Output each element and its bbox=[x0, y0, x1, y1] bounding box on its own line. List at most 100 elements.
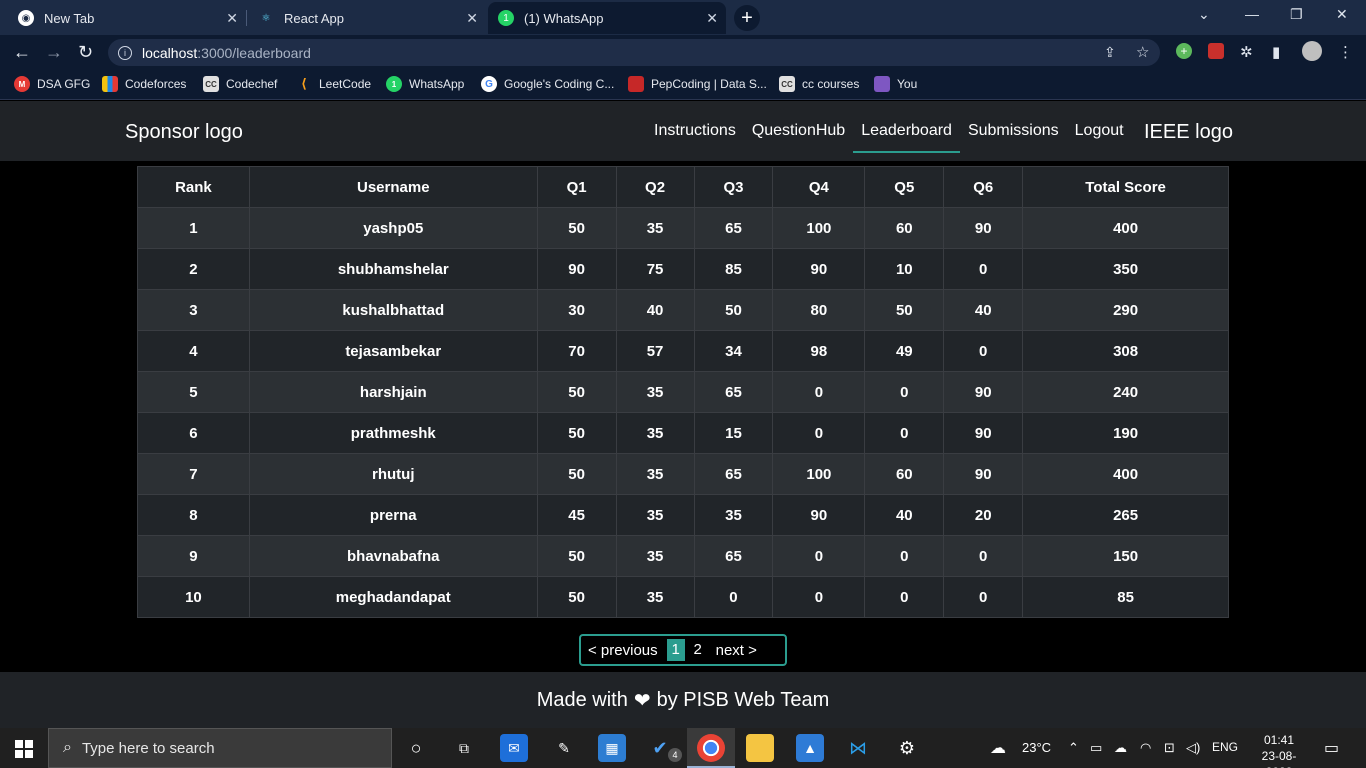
table-cell: 98 bbox=[772, 330, 866, 372]
bookmark-codechef[interactable]: CC Codechef bbox=[203, 76, 277, 92]
table-cell: 85 bbox=[1022, 576, 1229, 618]
sponsor-logo[interactable]: Sponsor logo bbox=[125, 121, 243, 144]
cortana-icon[interactable]: ○ bbox=[402, 734, 430, 762]
table-header-row: Rank Username Q1 Q2 Q3 Q4 Q5 Q6 Total Score bbox=[137, 166, 1229, 208]
url-text[interactable]: localhost:3000/leaderboard bbox=[142, 45, 311, 61]
battery-icon[interactable]: ▭ bbox=[1090, 740, 1102, 756]
file-explorer-icon[interactable] bbox=[746, 734, 774, 762]
minimize-icon[interactable]: — bbox=[1245, 6, 1259, 22]
side-panel-icon[interactable]: ▮ bbox=[1272, 43, 1280, 61]
table-cell: 50 bbox=[536, 371, 617, 413]
close-icon[interactable]: ✕ bbox=[226, 10, 238, 27]
table-row: 8 prerna 45 35 35 90 40 20 265 bbox=[137, 494, 1229, 536]
language-indicator[interactable]: ENG bbox=[1212, 740, 1238, 754]
table-cell: 65 bbox=[693, 453, 774, 495]
table-cell: 65 bbox=[693, 535, 774, 577]
table-cell: 90 bbox=[943, 453, 1024, 495]
extension-plus-icon[interactable]: + bbox=[1176, 43, 1192, 59]
tab-search-icon[interactable]: ⌄ bbox=[1198, 6, 1210, 23]
windows-start-icon[interactable] bbox=[15, 740, 33, 758]
table-row: 5 harshjain 50 35 65 0 0 90 240 bbox=[137, 371, 1229, 413]
table-row: 10 meghadandapat 50 35 0 0 0 0 85 bbox=[137, 576, 1229, 618]
page-1-button[interactable]: 1 bbox=[666, 639, 685, 661]
weather-cloud-icon[interactable]: ☁ bbox=[990, 738, 1006, 758]
table-cell: 0 bbox=[772, 412, 866, 454]
tab-react-app[interactable]: ⚛ React App ✕ bbox=[248, 2, 486, 34]
mail-icon[interactable]: ✉ bbox=[500, 734, 528, 762]
bookmark-star-icon[interactable]: ☆ bbox=[1136, 43, 1149, 61]
site-info-icon[interactable]: i bbox=[118, 45, 132, 60]
clock[interactable]: 01:41 23-08-2022 bbox=[1250, 732, 1308, 768]
gfg-icon: M bbox=[14, 76, 30, 92]
address-bar[interactable]: i localhost:3000/leaderboard ⇪ ☆ bbox=[108, 39, 1160, 66]
table-cell: 75 bbox=[615, 248, 695, 290]
notification-icon[interactable]: ▭ bbox=[1324, 738, 1339, 758]
store-icon[interactable]: ▦ bbox=[598, 734, 626, 762]
site-footer: Made with ❤ by PISB Web Team bbox=[0, 672, 1366, 728]
ieee-logo[interactable]: IEEE logo bbox=[1144, 121, 1233, 144]
table-cell: 50 bbox=[536, 453, 617, 495]
table-cell: 50 bbox=[693, 289, 774, 331]
previous-page-button[interactable]: < previous bbox=[581, 642, 665, 659]
column-header: Q6 bbox=[943, 166, 1024, 208]
taskbar-search-box[interactable]: ⌕ Type here to search bbox=[48, 728, 392, 768]
chrome-icon[interactable] bbox=[697, 734, 725, 762]
table-cell: 0 bbox=[772, 576, 866, 618]
bookmark-codeforces[interactable]: Codeforces bbox=[102, 76, 186, 92]
menu-icon[interactable]: ⋮ bbox=[1338, 43, 1353, 61]
forward-icon[interactable]: → bbox=[45, 42, 63, 63]
bookmark-pepcoding[interactable]: PepCoding | Data S... bbox=[628, 76, 767, 92]
table-cell: 240 bbox=[1022, 371, 1229, 413]
close-icon[interactable]: ✕ bbox=[706, 10, 718, 27]
tray-chevron-icon[interactable]: ⌃ bbox=[1068, 740, 1079, 756]
window-close-icon[interactable]: ✕ bbox=[1336, 6, 1348, 23]
new-tab-button[interactable]: + bbox=[734, 5, 760, 31]
page-2-button[interactable]: 2 bbox=[689, 639, 707, 661]
tab-new-tab[interactable]: ◉ New Tab ✕ bbox=[8, 2, 246, 34]
wifi-icon[interactable]: ◠ bbox=[1140, 740, 1151, 756]
tab-whatsapp[interactable]: 1 (1) WhatsApp ✕ bbox=[488, 2, 726, 34]
photos-icon[interactable]: ▲ bbox=[796, 734, 824, 762]
reload-icon[interactable]: ↻ bbox=[78, 42, 93, 63]
settings-gear-icon[interactable]: ⚙ bbox=[893, 734, 921, 762]
table-cell: 40 bbox=[615, 289, 695, 331]
volume-icon[interactable]: ◁) bbox=[1186, 740, 1200, 756]
task-view-icon[interactable]: ⧉ bbox=[450, 734, 478, 762]
meet-icon[interactable]: ⊡ bbox=[1164, 740, 1175, 756]
leetcode-icon: ⟨ bbox=[301, 76, 307, 91]
paint-icon[interactable]: ✎ bbox=[550, 734, 578, 762]
vscode-icon[interactable]: ⋈ bbox=[844, 734, 872, 762]
onedrive-icon[interactable]: ☁ bbox=[1114, 740, 1127, 756]
table-cell: 1 bbox=[137, 207, 250, 249]
footer-text-after: by PISB Web Team bbox=[656, 688, 830, 711]
nav-leaderboard[interactable]: Leaderboard bbox=[853, 101, 960, 153]
site-navbar: Sponsor logo Instructions QuestionHub Le… bbox=[0, 101, 1366, 161]
windows-taskbar: ⌕ Type here to search ○ ⧉ ✉ ✎ ▦ ✔ 4 ▲ ⋈ … bbox=[0, 728, 1366, 768]
temperature[interactable]: 23°C bbox=[1022, 740, 1051, 755]
profile-avatar-icon[interactable] bbox=[1302, 41, 1322, 61]
bookmark-google-coding[interactable]: G Google's Coding C... bbox=[481, 76, 614, 92]
bookmark-you[interactable]: You bbox=[874, 76, 917, 92]
table-cell: 4 bbox=[137, 330, 250, 372]
extension-icon[interactable] bbox=[1208, 43, 1224, 59]
bookmark-leetcode[interactable]: ⟨ LeetCode bbox=[296, 76, 371, 92]
nav-questionhub[interactable]: QuestionHub bbox=[744, 101, 853, 153]
nav-logout[interactable]: Logout bbox=[1067, 101, 1132, 153]
table-row: 4 tejasambekar 70 57 34 98 49 0 308 bbox=[137, 330, 1229, 372]
back-icon[interactable]: ← bbox=[13, 42, 31, 63]
nav-submissions[interactable]: Submissions bbox=[960, 101, 1067, 153]
whatsapp-icon: 1 bbox=[498, 10, 514, 26]
restore-icon[interactable]: ❐ bbox=[1290, 6, 1303, 23]
puzzle-icon[interactable]: ✲ bbox=[1240, 43, 1253, 61]
share-icon[interactable]: ⇪ bbox=[1104, 44, 1116, 61]
nav-instructions[interactable]: Instructions bbox=[646, 101, 744, 153]
bookmark-whatsapp[interactable]: 1 WhatsApp bbox=[386, 76, 464, 92]
bookmark-cc-courses[interactable]: CC cc courses bbox=[779, 76, 859, 92]
bookmark-dsa-gfg[interactable]: M DSA GFG bbox=[14, 76, 90, 92]
close-icon[interactable]: ✕ bbox=[466, 10, 478, 27]
next-page-button[interactable]: next > bbox=[709, 642, 764, 659]
column-header: Q3 bbox=[693, 166, 774, 208]
column-header: Username bbox=[248, 166, 538, 208]
table-cell: 10 bbox=[137, 576, 250, 618]
table-cell: 90 bbox=[772, 248, 866, 290]
